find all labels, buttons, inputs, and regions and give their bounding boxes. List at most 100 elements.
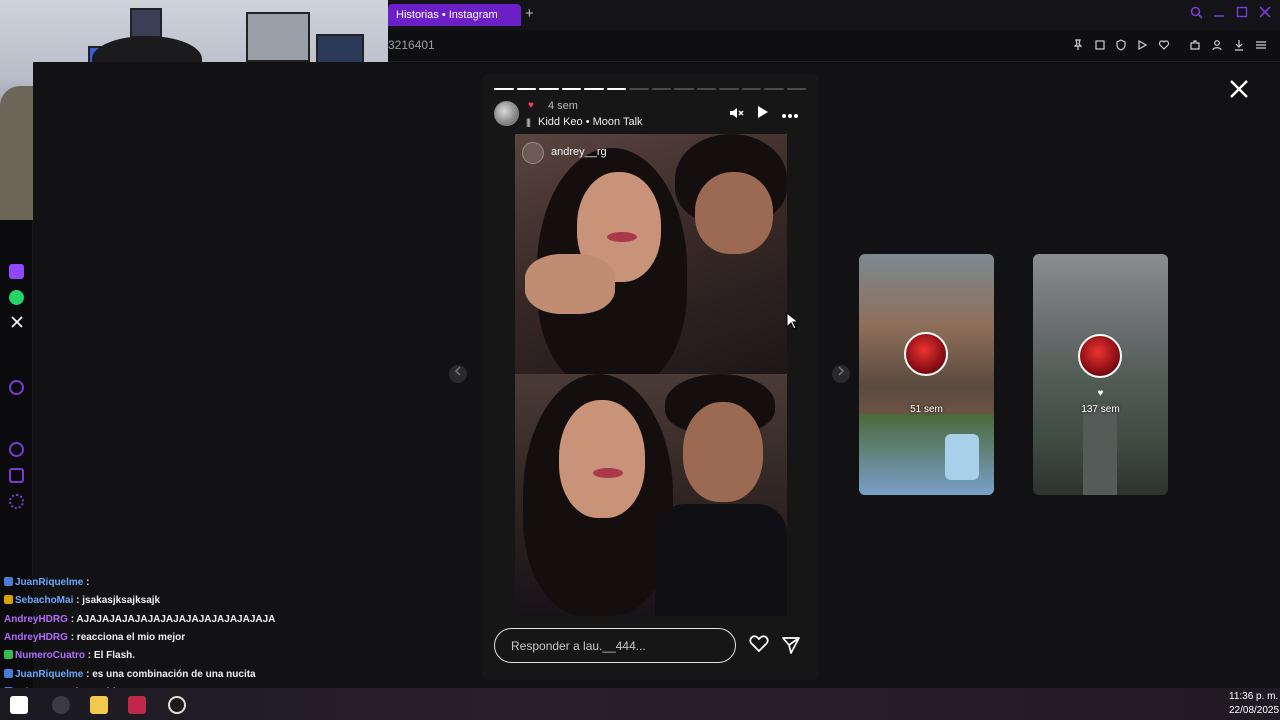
shield-icon[interactable] [1114,39,1128,53]
shirt [655,504,787,616]
crop-icon[interactable] [1093,39,1107,53]
obs-icon[interactable] [168,696,186,714]
story-heart-icon: ♥ [528,100,534,111]
story-progress-segment [674,88,694,90]
tagged-user-name[interactable]: andrey__rg [551,146,607,158]
road [1083,404,1117,495]
play-icon[interactable] [753,105,771,123]
story-progress-segment [539,88,559,90]
clock-time[interactable]: 11:36 p. m. [1229,691,1278,702]
more-icon[interactable] [781,105,799,123]
app-icon[interactable] [128,696,146,714]
like-icon: ♥ [1097,388,1104,399]
story-progress-segment [584,88,604,90]
play-icon[interactable] [1135,39,1149,53]
chat-badge-icon [4,595,13,605]
whatsapp-icon[interactable] [9,290,24,305]
chat-username[interactable]: JuanRiquelme [15,669,86,680]
story-photo-top[interactable] [515,134,787,374]
x-icon[interactable] [9,316,24,331]
chat-username[interactable]: AndreyHDRG [4,614,71,625]
chat-username[interactable]: SebachoMai [15,595,76,606]
story-photo-bottom[interactable] [515,374,787,616]
chat-text: : El Flash. [87,650,136,662]
stream-chat: JuanRiquelme : SebachoMai : jsakasjksajks… [0,575,340,716]
search-icon[interactable] [1188,6,1204,22]
story-progress-segment [719,88,739,90]
story-progress-segment [561,88,581,90]
story-owner-avatar [1078,334,1122,378]
pin-icon[interactable] [1071,39,1085,53]
chat-badge-icon [4,668,13,678]
chat-username[interactable]: AndreyHDRG [4,632,71,643]
story-avatar[interactable] [494,101,519,126]
hand [525,254,615,314]
story-song[interactable]: Kidd Keo • Moon Talk [538,116,643,128]
tab-title: Historias • Instagram [396,9,498,21]
cake [945,434,979,480]
side-story-age: 51 sem [910,404,943,415]
mute-icon[interactable] [727,105,745,123]
side-story-thumbnail[interactable]: 51 sem [859,254,994,495]
story-progress-segment [651,88,671,90]
next-story-button[interactable] [832,365,850,383]
chat-username[interactable]: NumeroCuatro [15,650,88,661]
wall-poster [246,12,310,62]
boy-face [695,172,773,254]
bubble-icon[interactable] [9,468,24,483]
side-story-thumbnail[interactable]: ♥ 137 sem [1033,254,1168,495]
chat-text: : es una combinación de una nucita [86,668,256,680]
circle-icon[interactable] [9,380,24,395]
taskbar [0,688,1280,720]
tagged-user-avatar[interactable] [522,142,544,164]
story-progress-segment [741,88,761,90]
girl-face [559,400,645,518]
story-progress-segment [786,88,806,90]
folder-icon[interactable] [90,696,108,714]
heart-icon[interactable] [1157,39,1171,53]
profile-icon[interactable] [1210,39,1224,53]
new-tab-button[interactable]: + [525,5,539,23]
tab-bar [388,0,1280,30]
minimize-icon[interactable] [1211,6,1227,22]
chat-message: SebachoMai : jsakasjksajksajk [4,595,160,606]
clock-icon[interactable] [9,442,24,457]
previous-story-button[interactable] [449,365,467,383]
twitch-icon[interactable] [9,264,24,279]
side-story-age: 137 sem [1081,404,1120,415]
wall-poster [130,8,162,38]
download-icon[interactable] [1232,39,1246,53]
chat-text: : jsakasjksajksajk [76,595,161,607]
mouse-cursor-icon [786,311,800,330]
story-progress-segment [696,88,716,90]
chat-username[interactable]: JuanRiquelme [15,577,86,588]
chat-message: NumeroCuatro : El Flash. [4,650,135,661]
search-icon[interactable] [52,696,70,714]
chat-message: AndreyHDRG : AJAJAJAJAJAJAJAJAJAJAJAJAJA… [4,614,275,625]
start-icon[interactable] [10,696,28,714]
lips [607,232,637,242]
story-progress-segment [764,88,784,90]
puzzle-icon[interactable] [1188,39,1202,53]
gear-icon[interactable] [9,494,24,509]
close-stories-button[interactable] [1227,76,1251,104]
story-progress-segment [494,88,514,90]
story-age: 4 sem [548,100,578,112]
close-icon[interactable] [1257,6,1273,22]
reply-input[interactable] [494,628,736,663]
story-progress-segment [516,88,536,90]
music-bars-icon: ||| [526,117,531,127]
tab-instagram-stories[interactable]: Historias • Instagram [388,4,521,26]
maximize-icon[interactable] [1234,6,1250,22]
menu-icon[interactable] [1254,39,1268,53]
chat-message: JuanRiquelme : es una combinación de una… [4,668,256,680]
chat-badge-icon [4,650,13,660]
url-text[interactable]: 3216401 [388,38,435,52]
chat-text: : AJAJAJAJAJAJAJAJAJAJAJAJAJAJAJA [70,613,276,625]
chat-message: AndreyHDRG : reacciona el mio mejor [4,632,185,643]
story-progress-segment [606,88,626,90]
like-button[interactable] [749,635,769,655]
clock-date[interactable]: 22/08/2025 [1229,705,1279,716]
share-button[interactable] [781,635,801,655]
chat-text: : reacciona el mio mejor [70,631,186,643]
